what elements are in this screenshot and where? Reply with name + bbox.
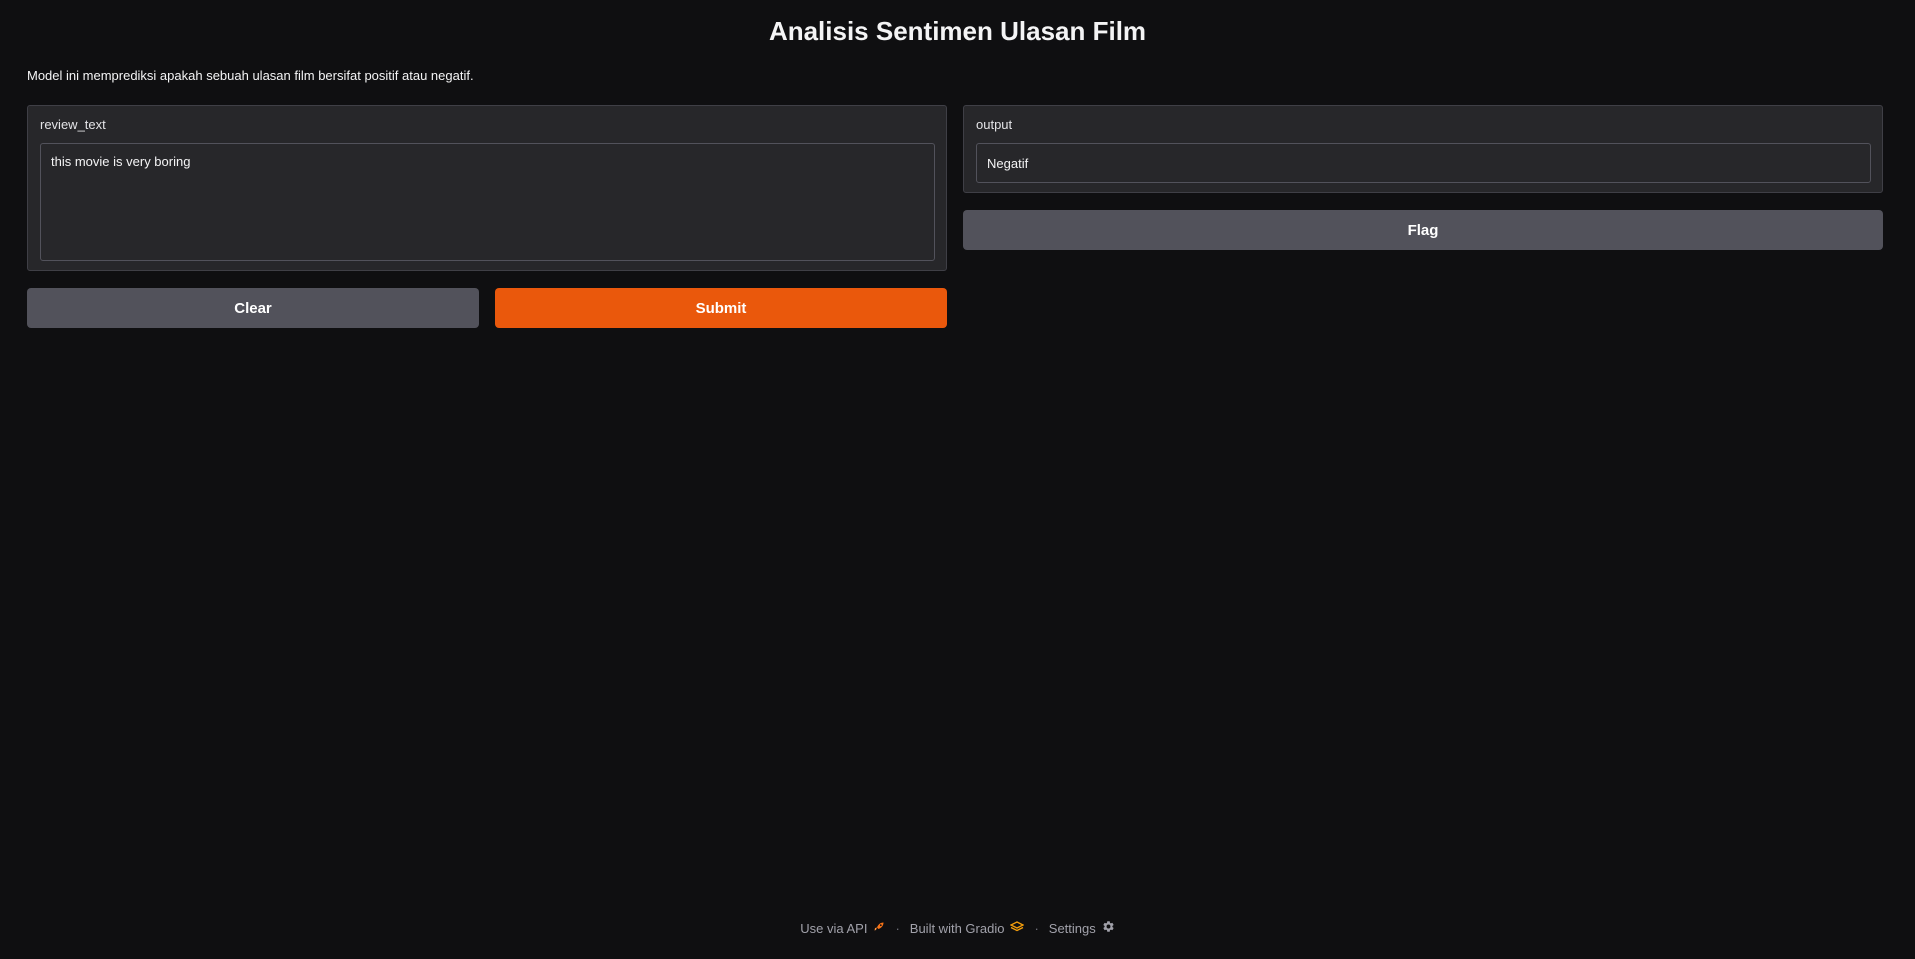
output-field[interactable]	[976, 143, 1871, 183]
built-with-gradio-link[interactable]: Built with Gradio	[909, 920, 1026, 936]
gradio-logo-icon	[1009, 920, 1026, 936]
footer: Use via API · Built with Gradio · Settin…	[0, 920, 1915, 936]
review-text-input[interactable]: this movie is very boring	[40, 143, 935, 261]
clear-button[interactable]: Clear	[27, 288, 479, 328]
page-title: Analisis Sentimen Ulasan Film	[768, 16, 1147, 46]
use-via-api-link[interactable]: Use via API	[800, 921, 885, 936]
app-root: Analisis Sentimen Ulasan Film Model ini …	[0, 0, 1915, 959]
settings-label: Settings	[1048, 920, 1096, 936]
flag-button[interactable]: Flag	[963, 210, 1883, 250]
rocket-icon	[873, 921, 885, 936]
use-via-api-label: Use via API	[800, 920, 868, 936]
settings-link[interactable]: Settings	[1049, 920, 1115, 936]
footer-separator: ·	[1034, 920, 1039, 936]
gear-icon	[1102, 920, 1115, 936]
output-block: output	[963, 105, 1883, 193]
built-with-gradio-label: Built with Gradio	[909, 920, 1005, 936]
page-description: Model ini memprediksi apakah sebuah ulas…	[27, 68, 474, 83]
footer-separator: ·	[895, 920, 900, 936]
review-text-block: review_text this movie is very boring	[27, 105, 947, 271]
submit-button[interactable]: Submit	[495, 288, 947, 328]
output-label: output	[976, 117, 1013, 132]
review-text-label: review_text	[40, 117, 106, 132]
